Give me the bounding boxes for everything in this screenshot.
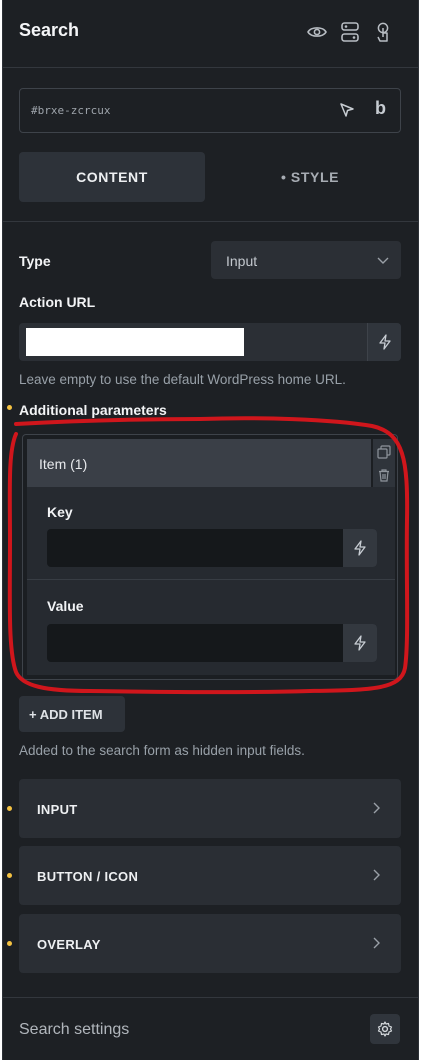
repeater-item-title: Item (1) bbox=[39, 456, 88, 472]
repeater-help: Added to the search form as hidden input… bbox=[19, 743, 305, 758]
key-dynamic-data-button[interactable] bbox=[343, 529, 377, 567]
field-divider bbox=[27, 579, 395, 580]
accordion-label: INPUT bbox=[37, 802, 78, 817]
header-actions bbox=[306, 21, 394, 43]
panel-title: Search bbox=[19, 20, 80, 40]
parameters-repeater: Item (1) Key Value bbox=[22, 434, 398, 680]
eye-icon[interactable] bbox=[306, 21, 328, 43]
add-item-button[interactable]: + ADD ITEM bbox=[19, 696, 125, 732]
accordion-button-icon[interactable]: BUTTON / ICON bbox=[19, 846, 401, 905]
tab-style[interactable]: • STYLE bbox=[217, 152, 403, 202]
pointer-finger-icon[interactable] bbox=[372, 21, 394, 43]
bold-b-icon[interactable]: b bbox=[375, 98, 386, 119]
lightning-icon bbox=[354, 540, 366, 556]
changed-indicator-dot bbox=[7, 873, 12, 878]
chevron-right-icon bbox=[369, 868, 383, 882]
value-input[interactable] bbox=[47, 624, 377, 662]
dynamic-data-button[interactable] bbox=[367, 323, 401, 361]
cursor-arrow-icon[interactable] bbox=[338, 101, 358, 121]
accordion-overlay[interactable]: OVERLAY bbox=[19, 914, 401, 973]
action-url-label: Action URL bbox=[19, 294, 96, 310]
panel-header: Search bbox=[3, 0, 418, 68]
duplicate-icon[interactable] bbox=[377, 445, 391, 459]
lightning-icon bbox=[378, 334, 391, 350]
chevron-right-icon bbox=[369, 801, 383, 815]
css-id-value: #brxe-zcrcux bbox=[31, 104, 111, 117]
accordion-input[interactable]: INPUT bbox=[19, 779, 401, 838]
accordion-label: BUTTON / ICON bbox=[37, 869, 139, 884]
type-select-value: Input bbox=[226, 253, 258, 269]
search-settings-button[interactable] bbox=[370, 1014, 400, 1044]
type-select[interactable]: Input bbox=[211, 241, 401, 279]
key-input[interactable] bbox=[47, 529, 377, 567]
element-panel: Search #brxe-zcrcux b CONTENT • STYLE Ty… bbox=[2, 0, 419, 1060]
layout-toggle-icon[interactable] bbox=[339, 21, 361, 43]
gear-icon bbox=[377, 1021, 393, 1037]
repeater-item-header[interactable]: Item (1) bbox=[27, 439, 371, 487]
chevron-down-icon bbox=[376, 253, 390, 267]
repeater-item-actions bbox=[373, 439, 395, 487]
lightning-icon bbox=[354, 635, 366, 651]
additional-params-label: Additional parameters bbox=[19, 402, 167, 418]
divider bbox=[3, 221, 418, 222]
action-url-input[interactable] bbox=[26, 328, 244, 356]
search-settings-label: Search settings bbox=[19, 1021, 130, 1038]
type-label: Type bbox=[19, 253, 51, 269]
action-url-help: Leave empty to use the default WordPress… bbox=[19, 372, 346, 387]
changed-indicator-dot bbox=[7, 941, 12, 946]
changed-indicator-dot bbox=[7, 806, 12, 811]
repeater-item-body: Key Value bbox=[27, 487, 395, 675]
value-label: Value bbox=[47, 598, 84, 614]
trash-icon[interactable] bbox=[377, 468, 391, 482]
chevron-right-icon bbox=[369, 936, 383, 950]
key-label: Key bbox=[47, 504, 73, 520]
action-url-field bbox=[19, 323, 401, 361]
panel-footer: Search settings bbox=[3, 997, 418, 1060]
accordion-label: OVERLAY bbox=[37, 937, 101, 952]
value-dynamic-data-button[interactable] bbox=[343, 624, 377, 662]
css-id-field[interactable]: #brxe-zcrcux b bbox=[19, 88, 401, 133]
changed-indicator-dot bbox=[7, 405, 12, 410]
tab-content[interactable]: CONTENT bbox=[19, 152, 205, 202]
